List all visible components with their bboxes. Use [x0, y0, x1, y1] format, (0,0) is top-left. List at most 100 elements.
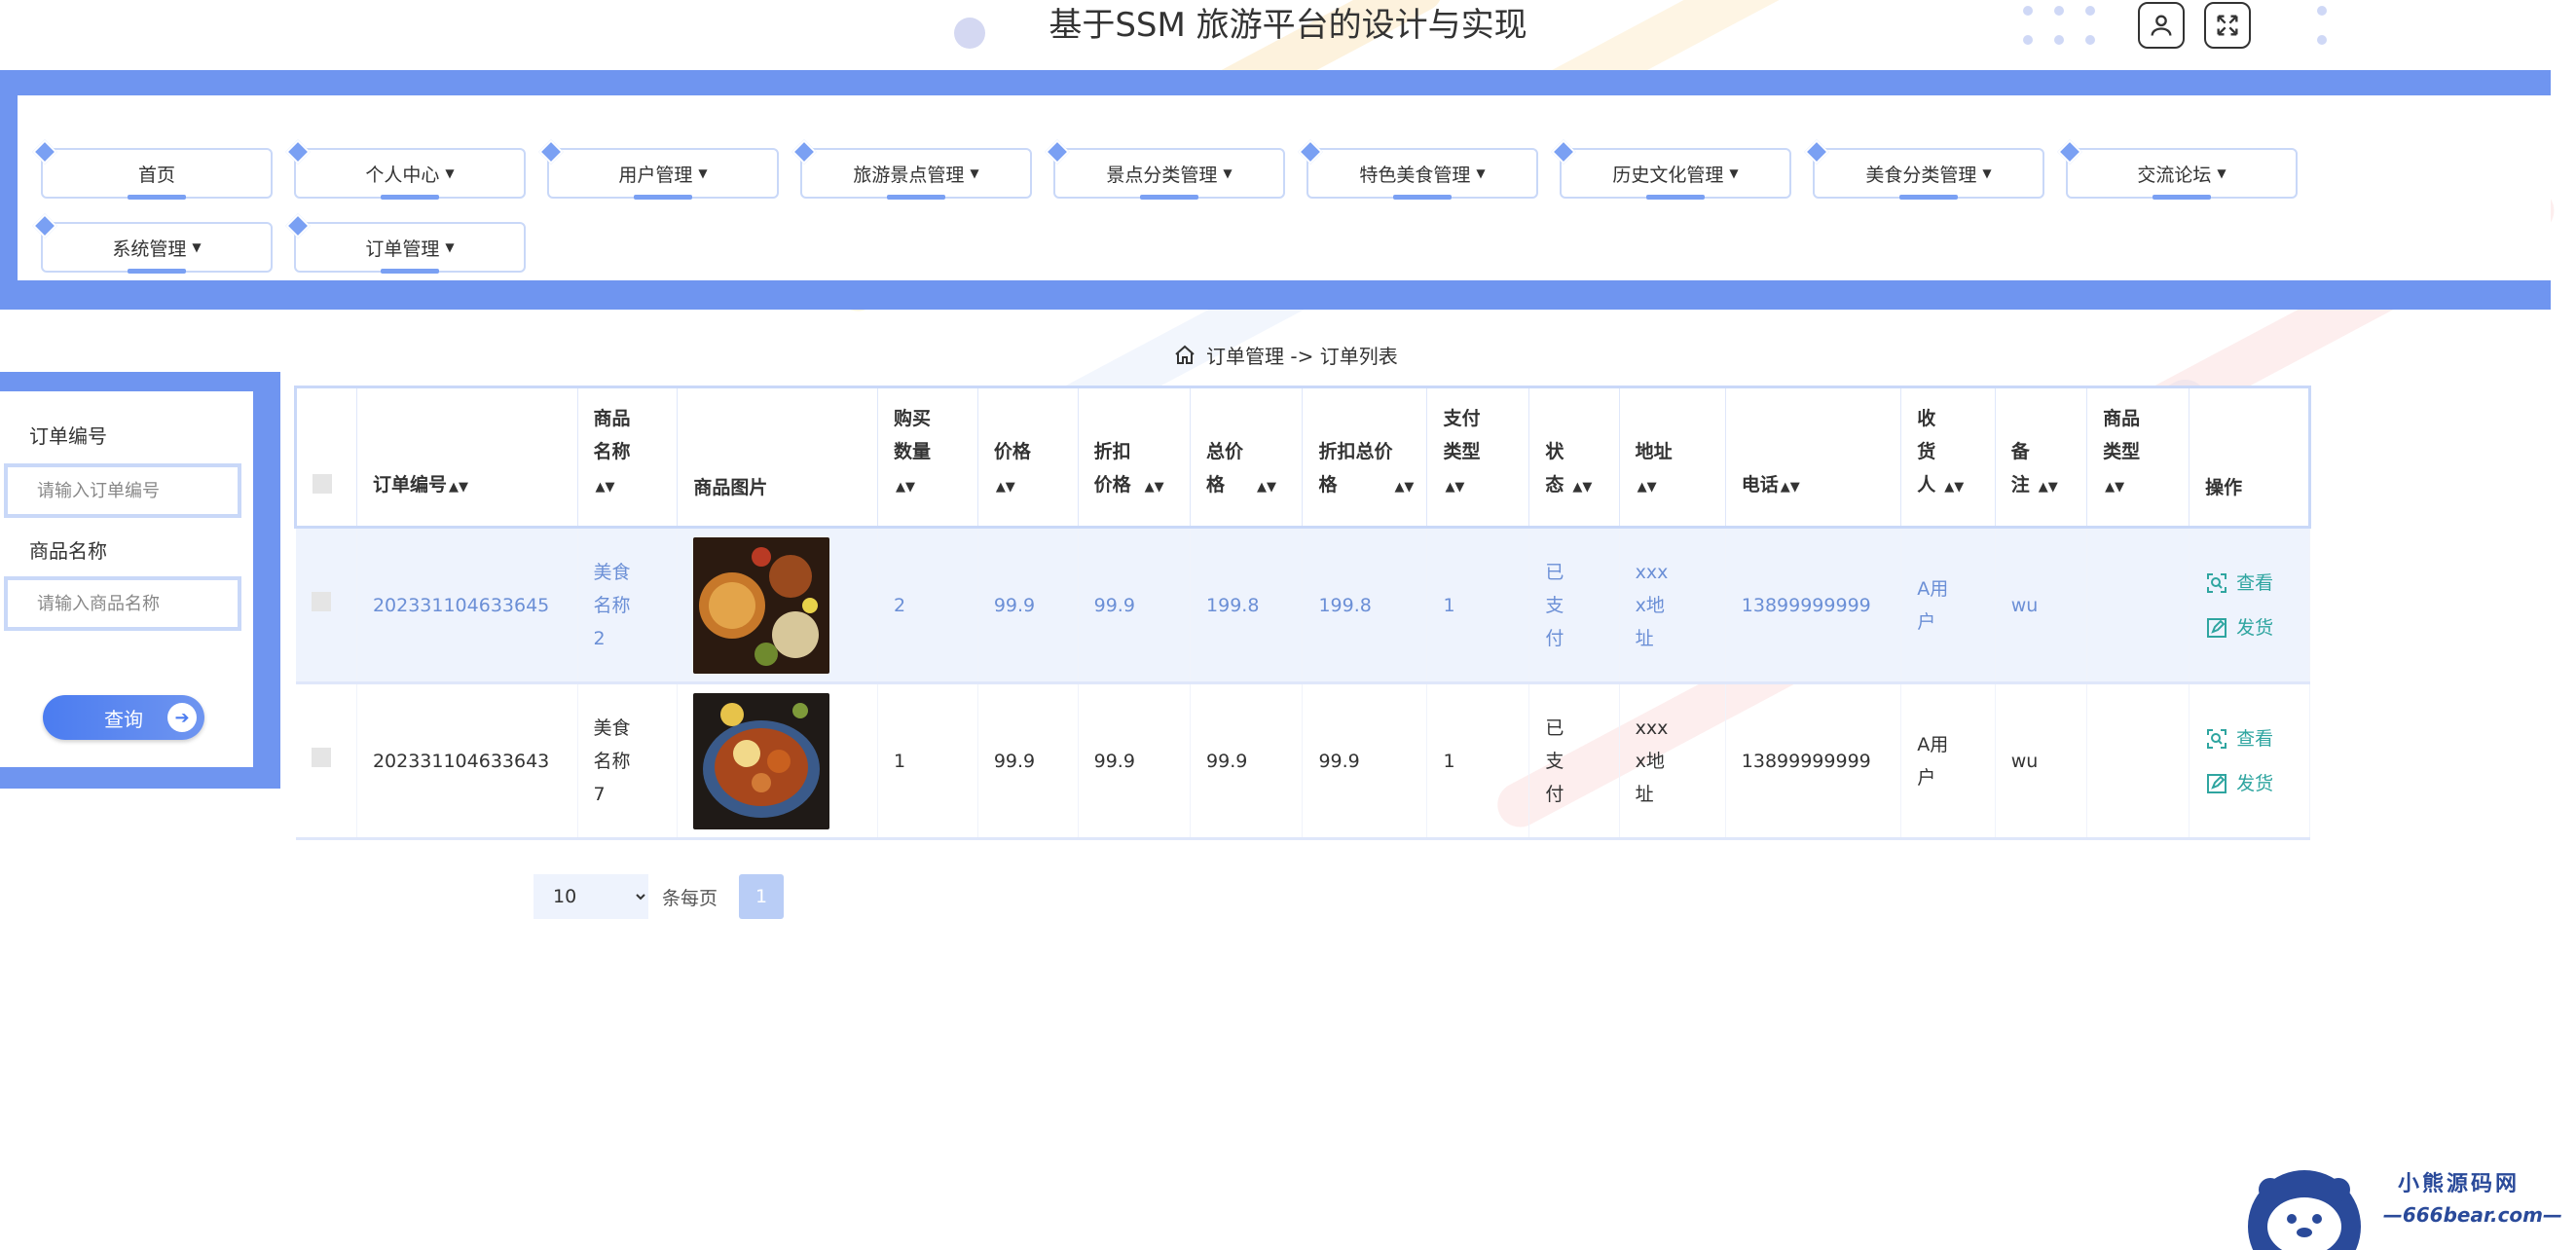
sort-icon[interactable]: ▲▼	[1394, 480, 1414, 495]
nav-item-personal-center[interactable]: 个人中心 ▼	[285, 139, 526, 200]
caret-down-icon: ▼	[1729, 166, 1739, 180]
diamond-icon	[32, 213, 57, 239]
column-header[interactable]: 折扣价格 ▲▼	[1078, 386, 1192, 529]
quantity: 1	[877, 682, 978, 839]
nav-item-food-management[interactable]: 特色美食管理 ▼	[1298, 139, 1538, 200]
table-row[interactable]: 202331104633645 美食名称2 2 99.9 99.9 199.8 …	[295, 527, 2310, 683]
product-name: 美食名称7	[593, 717, 631, 805]
nav-item-attraction-management[interactable]: 旅游景点管理 ▼	[791, 139, 1032, 200]
sort-icon[interactable]: ▲▼	[1145, 480, 1164, 495]
order-no: 202331104633645	[356, 527, 578, 683]
pay-type: 1	[1426, 527, 1530, 683]
nav-item-label: 交流论坛	[2137, 164, 2212, 186]
sort-icon[interactable]: ▲▼	[596, 480, 615, 495]
nav-item-label: 旅游景点管理	[853, 164, 965, 186]
price: 99.9	[977, 527, 1079, 683]
diamond-icon	[32, 139, 57, 165]
sort-icon[interactable]: ▲▼	[2039, 480, 2058, 495]
view-icon	[2207, 728, 2227, 749]
nav-item-history-culture[interactable]: 历史文化管理 ▼	[1551, 139, 1791, 200]
column-header[interactable]: 商品名称 ▲▼	[577, 386, 679, 529]
caret-down-icon: ▼	[1982, 166, 1992, 180]
remark: wu	[1995, 527, 2088, 683]
sort-icon[interactable]: ▲▼	[1572, 480, 1592, 495]
column-header[interactable]: 支付类型 ▲▼	[1426, 386, 1530, 529]
product-type	[2086, 527, 2190, 683]
home-icon[interactable]	[1173, 344, 1196, 367]
nav-item-label: 订单管理	[365, 238, 440, 260]
caret-down-icon: ▼	[1223, 166, 1233, 180]
order-no-input[interactable]	[4, 463, 241, 518]
caret-down-icon: ▼	[1476, 166, 1486, 180]
breadcrumb: 订单管理 -> 订单列表	[1173, 341, 1398, 369]
ship-link[interactable]: 发货	[2205, 767, 2309, 800]
total-price: 99.9	[1190, 682, 1304, 839]
column-header[interactable]: 总价格 ▲▼	[1190, 386, 1304, 529]
table-row[interactable]: 202331104633643 美食名称7 1 99.9 99.9 99.9 9…	[295, 682, 2310, 839]
column-header[interactable]: 价格 ▲▼	[977, 386, 1079, 529]
remark: wu	[1995, 682, 2088, 839]
product-name: 美食名称2	[593, 561, 631, 649]
phone: 13899999999	[1725, 527, 1902, 683]
sort-icon[interactable]: ▲▼	[449, 480, 468, 495]
view-icon	[2207, 572, 2227, 593]
column-header[interactable]: 折扣总价格 ▲▼	[1302, 386, 1428, 529]
per-page-label: 条每页	[662, 887, 718, 909]
diamond-icon	[285, 139, 311, 165]
column-header[interactable]: 状态 ▲▼	[1528, 386, 1620, 529]
nav-item-food-category[interactable]: 美食分类管理 ▼	[1804, 139, 2044, 200]
sort-icon[interactable]: ▲▼	[1944, 480, 1964, 495]
order-no-label: 订单编号	[29, 424, 107, 448]
product-name-input[interactable]	[4, 576, 241, 631]
food-image	[693, 536, 830, 674]
discount-price: 99.9	[1078, 682, 1192, 839]
sort-icon[interactable]: ▲▼	[1638, 480, 1657, 495]
page-number-button[interactable]: 1	[739, 874, 785, 919]
caret-down-icon: ▼	[970, 166, 979, 180]
address: xxxx地址	[1635, 717, 1669, 805]
food-image	[693, 692, 830, 829]
diamond-icon	[1551, 139, 1576, 165]
discount-price: 99.9	[1078, 527, 1192, 683]
user-icon[interactable]	[2138, 2, 2185, 49]
breadcrumb-text: 订单管理 -> 订单列表	[1206, 345, 1398, 368]
nav-item-label: 历史文化管理	[1612, 164, 1724, 186]
select-all-checkbox[interactable]	[313, 474, 332, 494]
phone: 13899999999	[1725, 682, 1902, 839]
diamond-icon	[2057, 139, 2082, 165]
column-header[interactable]: 电话 ▲▼	[1725, 386, 1902, 529]
page-size-select[interactable]: 10	[534, 874, 648, 919]
column-header[interactable]: 购买数量 ▲▼	[877, 386, 978, 529]
nav-item-label: 景点分类管理	[1106, 164, 1218, 186]
query-button[interactable]: 查询 ➔	[43, 695, 204, 740]
column-header[interactable]: 订单编号 ▲▼	[356, 386, 578, 529]
view-link[interactable]: 查看	[2205, 722, 2309, 755]
row-checkbox[interactable]	[311, 591, 331, 611]
row-checkbox[interactable]	[311, 747, 331, 767]
sort-icon[interactable]: ▲▼	[896, 480, 915, 495]
nav-item-label: 美食分类管理	[1865, 164, 1977, 186]
pay-type: 1	[1426, 682, 1530, 839]
column-header[interactable]: 备注 ▲▼	[1995, 386, 2088, 529]
nav-item-system-management[interactable]: 系统管理 ▼	[32, 213, 273, 274]
nav-item-home[interactable]: 首页	[32, 139, 273, 200]
column-header[interactable]: 地址 ▲▼	[1619, 386, 1726, 529]
sort-icon[interactable]: ▲▼	[996, 480, 1015, 495]
sort-icon[interactable]: ▲▼	[1445, 480, 1464, 495]
nav-item-label: 用户管理	[618, 164, 693, 186]
fullscreen-icon[interactable]	[2204, 2, 2251, 49]
nav-item-forum[interactable]: 交流论坛 ▼	[2057, 139, 2298, 200]
ship-link[interactable]: 发货	[2205, 611, 2309, 644]
view-link[interactable]: 查看	[2205, 567, 2309, 600]
order-table: 订单编号 ▲▼ 商品名称 ▲▼ 商品图片 购买数量 ▲▼ 价格 ▲▼ 折扣价格 ▲▼ 总价…	[294, 386, 2311, 840]
sort-icon[interactable]: ▲▼	[1257, 480, 1276, 495]
nav-item-attraction-category[interactable]: 景点分类管理 ▼	[1045, 139, 1285, 200]
column-header[interactable]: 商品类型 ▲▼	[2086, 386, 2190, 529]
edit-icon	[2207, 773, 2227, 793]
product-type	[2086, 682, 2190, 839]
column-header[interactable]: 收货人 ▲▼	[1900, 386, 1996, 529]
nav-item-order-management[interactable]: 订单管理 ▼	[285, 213, 526, 274]
nav-item-user-management[interactable]: 用户管理 ▼	[538, 139, 779, 200]
sort-icon[interactable]: ▲▼	[1781, 480, 1800, 495]
sort-icon[interactable]: ▲▼	[2105, 480, 2124, 495]
